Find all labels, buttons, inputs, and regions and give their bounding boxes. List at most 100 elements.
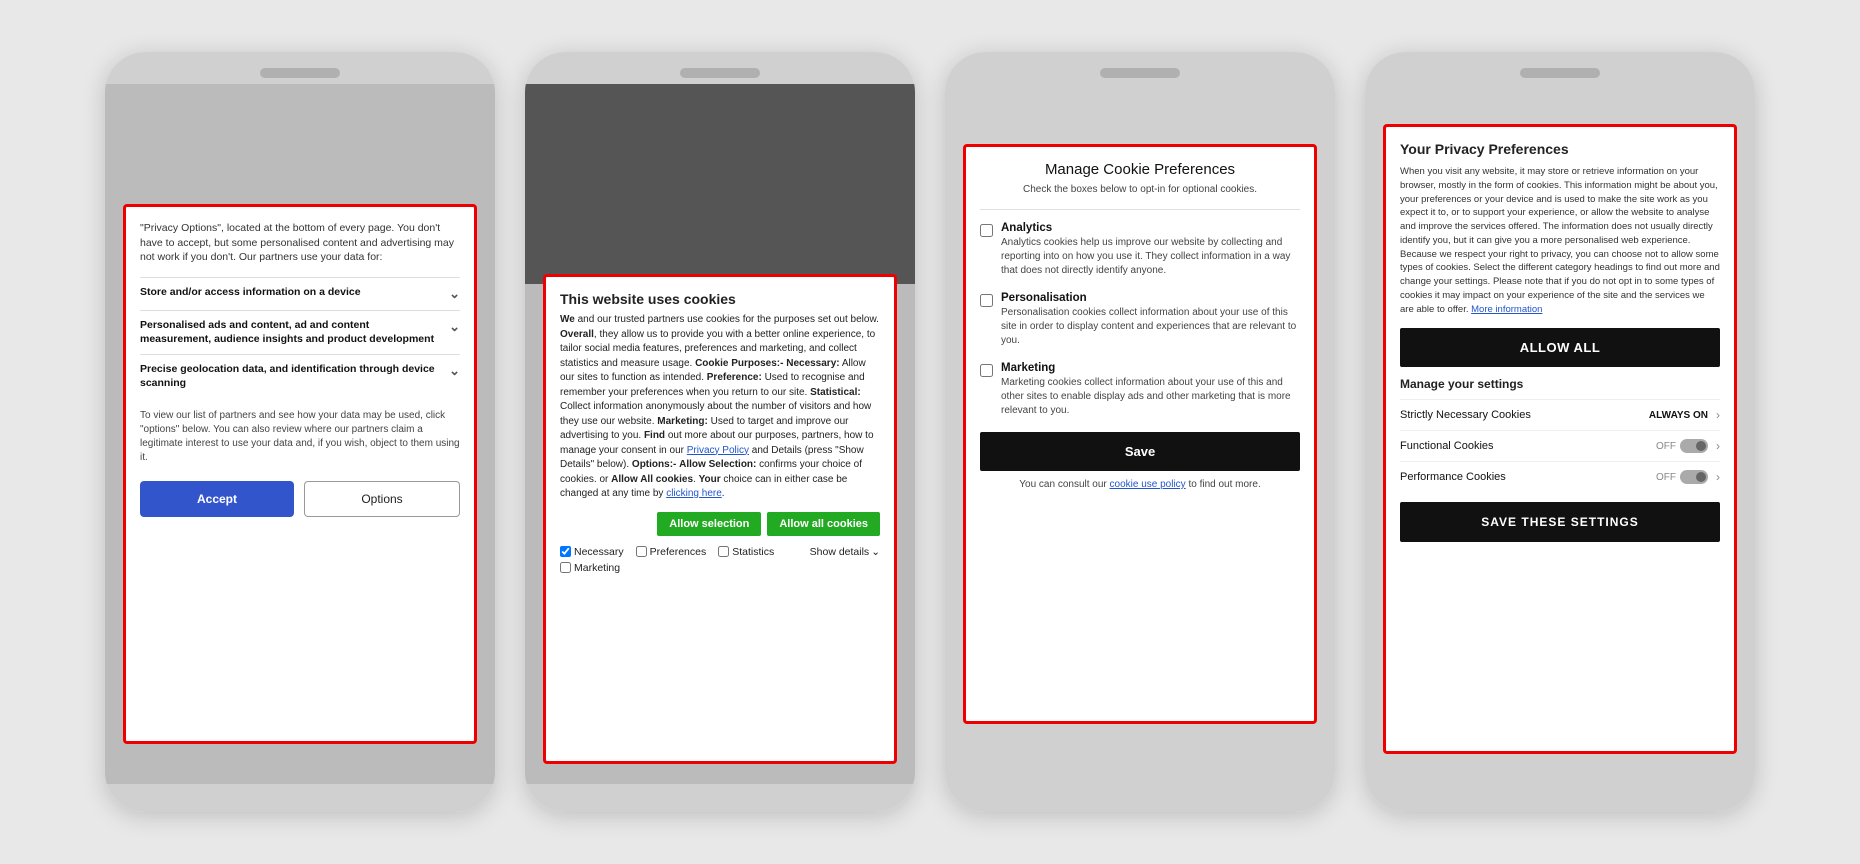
functional-cookies-label: Functional Cookies xyxy=(1400,440,1494,452)
preferences-checkbox[interactable] xyxy=(636,546,647,557)
phone1-item-3[interactable]: Precise geolocation data, and identifica… xyxy=(140,354,460,398)
phone-top-bar-3 xyxy=(945,52,1335,84)
show-details[interactable]: Show details ⌄ xyxy=(810,546,880,558)
phone-bottom-bar-2 xyxy=(525,784,915,812)
phone2-dialog: This website uses cookies We and our tru… xyxy=(543,274,897,764)
performance-off-label: OFF xyxy=(1656,472,1676,483)
phone-screen-3: Manage Cookie Preferences Check the boxe… xyxy=(945,84,1335,784)
allow-selection-button[interactable]: Allow selection xyxy=(657,512,761,536)
functional-toggle-switch[interactable] xyxy=(1680,439,1708,453)
functional-off-label: OFF xyxy=(1656,441,1676,452)
phone-screen-4: Your Privacy Preferences When you visit … xyxy=(1365,84,1755,784)
phone-3: Manage Cookie Preferences Check the boxe… xyxy=(945,52,1335,812)
preferences-label: Preferences xyxy=(650,546,707,558)
statistics-checkbox-label[interactable]: Statistics xyxy=(718,546,774,558)
phone2-btn-row: Allow selection Allow all cookies xyxy=(560,512,880,536)
clicking-here-link[interactable]: clicking here xyxy=(666,488,722,499)
phone-notch-1 xyxy=(260,68,340,78)
preferences-checkbox-label[interactable]: Preferences xyxy=(636,546,707,558)
marketing-option: Marketing Marketing cookies collect info… xyxy=(980,362,1300,418)
save-settings-button[interactable]: SAVE THESE SETTINGS xyxy=(1400,502,1720,542)
necessary-label: Necessary xyxy=(574,546,624,558)
necessary-checkbox[interactable] xyxy=(560,546,571,557)
phone1-item-2[interactable]: Personalised ads and content, ad and con… xyxy=(140,310,460,354)
statistics-checkbox[interactable] xyxy=(718,546,729,557)
phone1-dialog: "Privacy Options", located at the bottom… xyxy=(123,204,477,744)
functional-cookies-row[interactable]: Functional Cookies OFF › xyxy=(1400,430,1720,461)
personalisation-checkbox[interactable] xyxy=(980,294,993,307)
performance-cookies-label: Performance Cookies xyxy=(1400,471,1506,483)
phone-2: This website uses cookies We and our tru… xyxy=(525,52,915,812)
phone-4: Your Privacy Preferences When you visit … xyxy=(1365,52,1755,812)
marketing-label: Marketing xyxy=(574,562,620,574)
chevron-icon-2: ⌄ xyxy=(449,319,460,335)
phone3-dialog: Manage Cookie Preferences Check the boxe… xyxy=(963,144,1317,724)
phone-bottom-bar-4 xyxy=(1365,784,1755,812)
phone-screen-2: This website uses cookies We and our tru… xyxy=(525,84,915,784)
allow-all-cookies-button[interactable]: Allow all cookies xyxy=(767,512,880,536)
chevron-icon-1: ⌄ xyxy=(449,286,460,302)
chevron-right-icon-1: › xyxy=(1716,408,1720,422)
phone1-partners-text: To view our list of partners and see how… xyxy=(140,409,460,465)
analytics-label: Analytics xyxy=(1001,222,1300,234)
phone3-title: Manage Cookie Preferences xyxy=(980,161,1300,178)
marketing-checkbox-label[interactable]: Marketing xyxy=(560,562,620,574)
marketing-pref-label: Marketing xyxy=(1001,362,1300,374)
phone-top-bar-1 xyxy=(105,52,495,84)
phone4-title: Your Privacy Preferences xyxy=(1400,141,1720,157)
phone-notch-3 xyxy=(1100,68,1180,78)
phone2-body: We and our trusted partners use cookies … xyxy=(560,313,880,502)
marketing-pref-desc: Marketing cookies collect information ab… xyxy=(1001,376,1300,418)
phone3-subtitle: Check the boxes below to opt-in for opti… xyxy=(980,184,1300,195)
strictly-necessary-label: Strictly Necessary Cookies xyxy=(1400,409,1531,421)
phone1-item-1[interactable]: Store and/or access information on a dev… xyxy=(140,277,460,310)
privacy-policy-link[interactable]: Privacy Policy xyxy=(687,445,749,456)
screen-top-2 xyxy=(525,84,915,284)
analytics-desc: Analytics cookies help us improve our we… xyxy=(1001,236,1300,278)
phone2-checkbox-row: Necessary Preferences Statistics Show de… xyxy=(560,546,880,574)
phone-notch-2 xyxy=(680,68,760,78)
accept-button[interactable]: Accept xyxy=(140,481,294,517)
chevron-right-icon-3: › xyxy=(1716,470,1720,484)
always-on-badge: ALWAYS ON xyxy=(1649,410,1708,421)
statistics-label: Statistics xyxy=(732,546,774,558)
phone-1: "Privacy Options", located at the bottom… xyxy=(105,52,495,812)
personalisation-desc: Personalisation cookies collect informat… xyxy=(1001,306,1300,348)
divider-1 xyxy=(980,209,1300,210)
more-info-link[interactable]: More information xyxy=(1471,304,1542,315)
necessary-checkbox-label[interactable]: Necessary xyxy=(560,546,624,558)
consult-text: You can consult our cookie use policy to… xyxy=(980,479,1300,490)
performance-toggle-right: OFF › xyxy=(1656,470,1720,484)
phone2-title: This website uses cookies xyxy=(560,291,880,307)
strictly-necessary-row: Strictly Necessary Cookies ALWAYS ON › xyxy=(1400,399,1720,430)
phone-screen-1: "Privacy Options", located at the bottom… xyxy=(105,84,495,784)
strictly-necessary-toggle-right: ALWAYS ON › xyxy=(1649,408,1720,422)
phone4-dialog: Your Privacy Preferences When you visit … xyxy=(1383,124,1737,754)
marketing-checkbox[interactable] xyxy=(560,562,571,573)
phone-bottom-bar-1 xyxy=(105,784,495,812)
phone1-btn-row: Accept Options xyxy=(140,481,460,517)
screen-top-1 xyxy=(105,84,495,204)
chevron-icon-3: ⌄ xyxy=(449,363,460,379)
chevron-right-icon-2: › xyxy=(1716,439,1720,453)
phone1-intro: "Privacy Options", located at the bottom… xyxy=(140,221,460,265)
cookie-policy-link[interactable]: cookie use policy xyxy=(1110,479,1186,490)
performance-cookies-row[interactable]: Performance Cookies OFF › xyxy=(1400,461,1720,492)
allow-all-button[interactable]: ALLOW ALL xyxy=(1400,328,1720,367)
save-button[interactable]: Save xyxy=(980,432,1300,471)
options-button[interactable]: Options xyxy=(304,481,460,517)
analytics-checkbox[interactable] xyxy=(980,224,993,237)
phone-notch-4 xyxy=(1520,68,1600,78)
marketing-pref-checkbox[interactable] xyxy=(980,364,993,377)
manage-title: Manage your settings xyxy=(1400,377,1720,391)
functional-toggle-right: OFF › xyxy=(1656,439,1720,453)
analytics-option: Analytics Analytics cookies help us impr… xyxy=(980,222,1300,278)
phone-bottom-bar-3 xyxy=(945,784,1335,812)
phone4-body: When you visit any website, it may store… xyxy=(1400,165,1720,316)
phone-top-bar-2 xyxy=(525,52,915,84)
chevron-down-icon: ⌄ xyxy=(871,546,880,558)
performance-toggle-switch[interactable] xyxy=(1680,470,1708,484)
personalisation-option: Personalisation Personalisation cookies … xyxy=(980,292,1300,348)
phone-top-bar-4 xyxy=(1365,52,1755,84)
personalisation-label: Personalisation xyxy=(1001,292,1300,304)
